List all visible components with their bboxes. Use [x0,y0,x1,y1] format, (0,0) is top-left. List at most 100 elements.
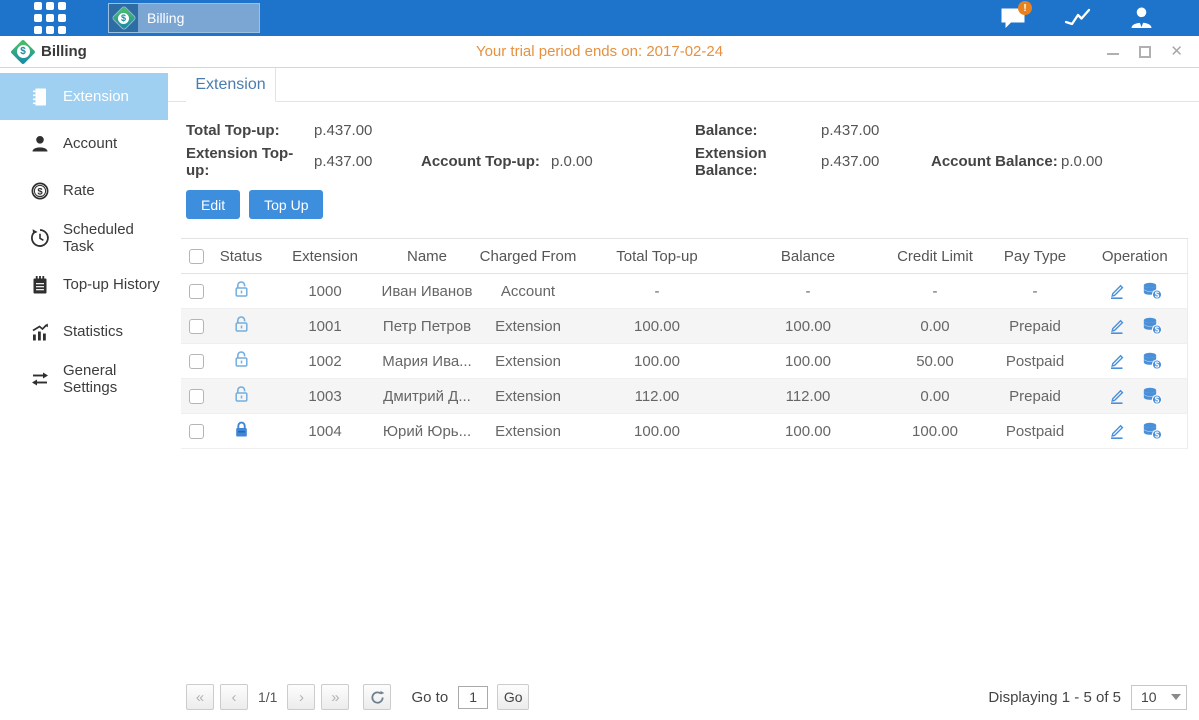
sidebar-item-rate[interactable]: $ Rate [0,167,168,214]
sidebar-item-label: Account [63,135,117,152]
prev-page-button[interactable]: ‹ [220,684,248,710]
row-checkbox[interactable] [189,354,204,369]
displaying-text: Displaying 1 - 5 of 5 [988,689,1121,706]
top-up-coins-icon[interactable]: $ [1142,387,1163,405]
tab-extension[interactable]: Extension [186,68,276,102]
sidebar-item-scheduled-task[interactable]: Scheduled Task [0,214,168,261]
charged-from-cell: Extension [475,414,581,449]
name-cell: Мария Ива... [379,344,475,379]
top-up-coins-icon[interactable]: $ [1142,317,1163,335]
total-topup-value: p.437.00 [314,122,372,139]
extension-table: StatusExtensionNameCharged FromTotal Top… [181,238,1187,449]
credit-limit-cell: - [883,274,987,309]
name-cell: Петр Петров [379,309,475,344]
goto-page-input[interactable] [458,686,488,709]
pay-type-cell: - [987,274,1083,309]
column-header-credit-limit[interactable]: Credit Limit [883,239,987,274]
sidebar-item-general-settings[interactable]: General Settings [0,355,168,402]
svg-text:$: $ [37,186,43,197]
top-up-coins-icon[interactable]: $ [1142,422,1163,440]
sidebar-item-statistics[interactable]: Statistics [0,308,168,355]
window-title-bar: $ Billing Your trial period ends on: 201… [0,36,1199,68]
ledger-icon [30,87,50,107]
select-all-checkbox[interactable] [189,249,204,264]
pagination-bar: « ‹ 1/1 › » Go to Go Displaying 1 - 5 of… [168,684,1199,719]
extension-balance-label: Extension Balance: [695,145,821,179]
resource-monitor-icon[interactable] [1063,5,1091,31]
maximize-button[interactable] [1138,46,1152,58]
app-launcher-icon[interactable] [34,2,66,34]
lock-open-icon [233,315,250,333]
edit-pencil-icon[interactable] [1107,422,1126,440]
edit-pencil-icon[interactable] [1107,352,1126,370]
goto-label: Go to [411,689,448,706]
sidebar-item-label: Rate [63,182,95,199]
row-checkbox[interactable] [189,389,204,404]
column-header-charged-from[interactable]: Charged From [475,239,581,274]
first-page-button[interactable]: « [186,684,214,710]
extension-cell: 1002 [271,344,379,379]
row-checkbox[interactable] [189,319,204,334]
sidebar-item-label: Top-up History [63,276,160,293]
top-up-button[interactable]: Top Up [249,190,323,219]
total-topup-cell: 100.00 [581,309,733,344]
extension-cell: 1001 [271,309,379,344]
clock-icon [30,228,50,248]
column-header-total-top-up[interactable]: Total Top-up [581,239,733,274]
table-header-row: StatusExtensionNameCharged FromTotal Top… [181,239,1187,274]
messages-icon[interactable]: ! [999,5,1027,31]
column-header-extension[interactable]: Extension [271,239,379,274]
balance-cell: 100.00 [733,309,883,344]
table-row[interactable]: 1003Дмитрий Д...Extension112.00112.000.0… [181,379,1187,414]
extension-balance-value: p.437.00 [821,153,931,170]
sidebar-item-extension[interactable]: Extension [0,73,168,120]
go-button[interactable]: Go [497,684,529,710]
pay-type-cell: Postpaid [987,344,1083,379]
credit-limit-cell: 0.00 [883,309,987,344]
user-account-icon[interactable] [1127,5,1155,31]
top-bar: $ Billing ! [0,0,1199,36]
name-cell: Дмитрий Д... [379,379,475,414]
close-button[interactable]: ✕ [1170,46,1183,58]
top-up-coins-icon[interactable]: $ [1142,282,1163,300]
table-row[interactable]: 1001Петр ПетровExtension100.00100.000.00… [181,309,1187,344]
sidebar-item-label: General Settings [63,362,168,396]
column-header-status[interactable]: Status [211,239,271,274]
total-topup-cell: 112.00 [581,379,733,414]
chevron-down-icon [1166,694,1186,700]
taskbar-tab-label: Billing [147,10,184,26]
minimize-button[interactable] [1106,46,1120,58]
edit-button[interactable]: Edit [186,190,240,219]
account-topup-value: p.0.00 [551,153,593,170]
charged-from-cell: Extension [475,344,581,379]
charged-from-cell: Account [475,274,581,309]
edit-pencil-icon[interactable] [1107,317,1126,335]
row-checkbox[interactable] [189,284,204,299]
table-row[interactable]: 1000Иван ИвановAccount----$ [181,274,1187,309]
page-size-select[interactable]: 10 [1131,685,1187,710]
account-balance-label: Account Balance: [931,153,1061,170]
edit-pencil-icon[interactable] [1107,387,1126,405]
column-header-operation[interactable]: Operation [1083,239,1187,274]
next-page-button[interactable]: › [287,684,315,710]
top-up-coins-icon[interactable]: $ [1142,352,1163,370]
column-header-name[interactable]: Name [379,239,475,274]
credit-limit-cell: 50.00 [883,344,987,379]
column-header-pay-type[interactable]: Pay Type [987,239,1083,274]
extension-cell: 1000 [271,274,379,309]
taskbar-tab-billing[interactable]: $ Billing [108,3,260,33]
last-page-button[interactable]: » [321,684,349,710]
table-row[interactable]: 1004Юрий Юрь...Extension100.00100.00100.… [181,414,1187,449]
trial-notice: Your trial period ends on: 2017-02-24 [0,43,1199,60]
stats-icon [30,322,50,342]
lock-open-icon [233,385,250,403]
table-row[interactable]: 1002Мария Ива...Extension100.00100.0050.… [181,344,1187,379]
edit-pencil-icon[interactable] [1107,282,1126,300]
refresh-button[interactable] [363,684,391,710]
row-checkbox[interactable] [189,424,204,439]
lock-open-icon [233,350,250,368]
extension-topup-label: Extension Top-up: [186,145,314,179]
column-header-balance[interactable]: Balance [733,239,883,274]
sidebar-item-account[interactable]: Account [0,120,168,167]
sidebar-item-top-up-history[interactable]: Top-up History [0,261,168,308]
